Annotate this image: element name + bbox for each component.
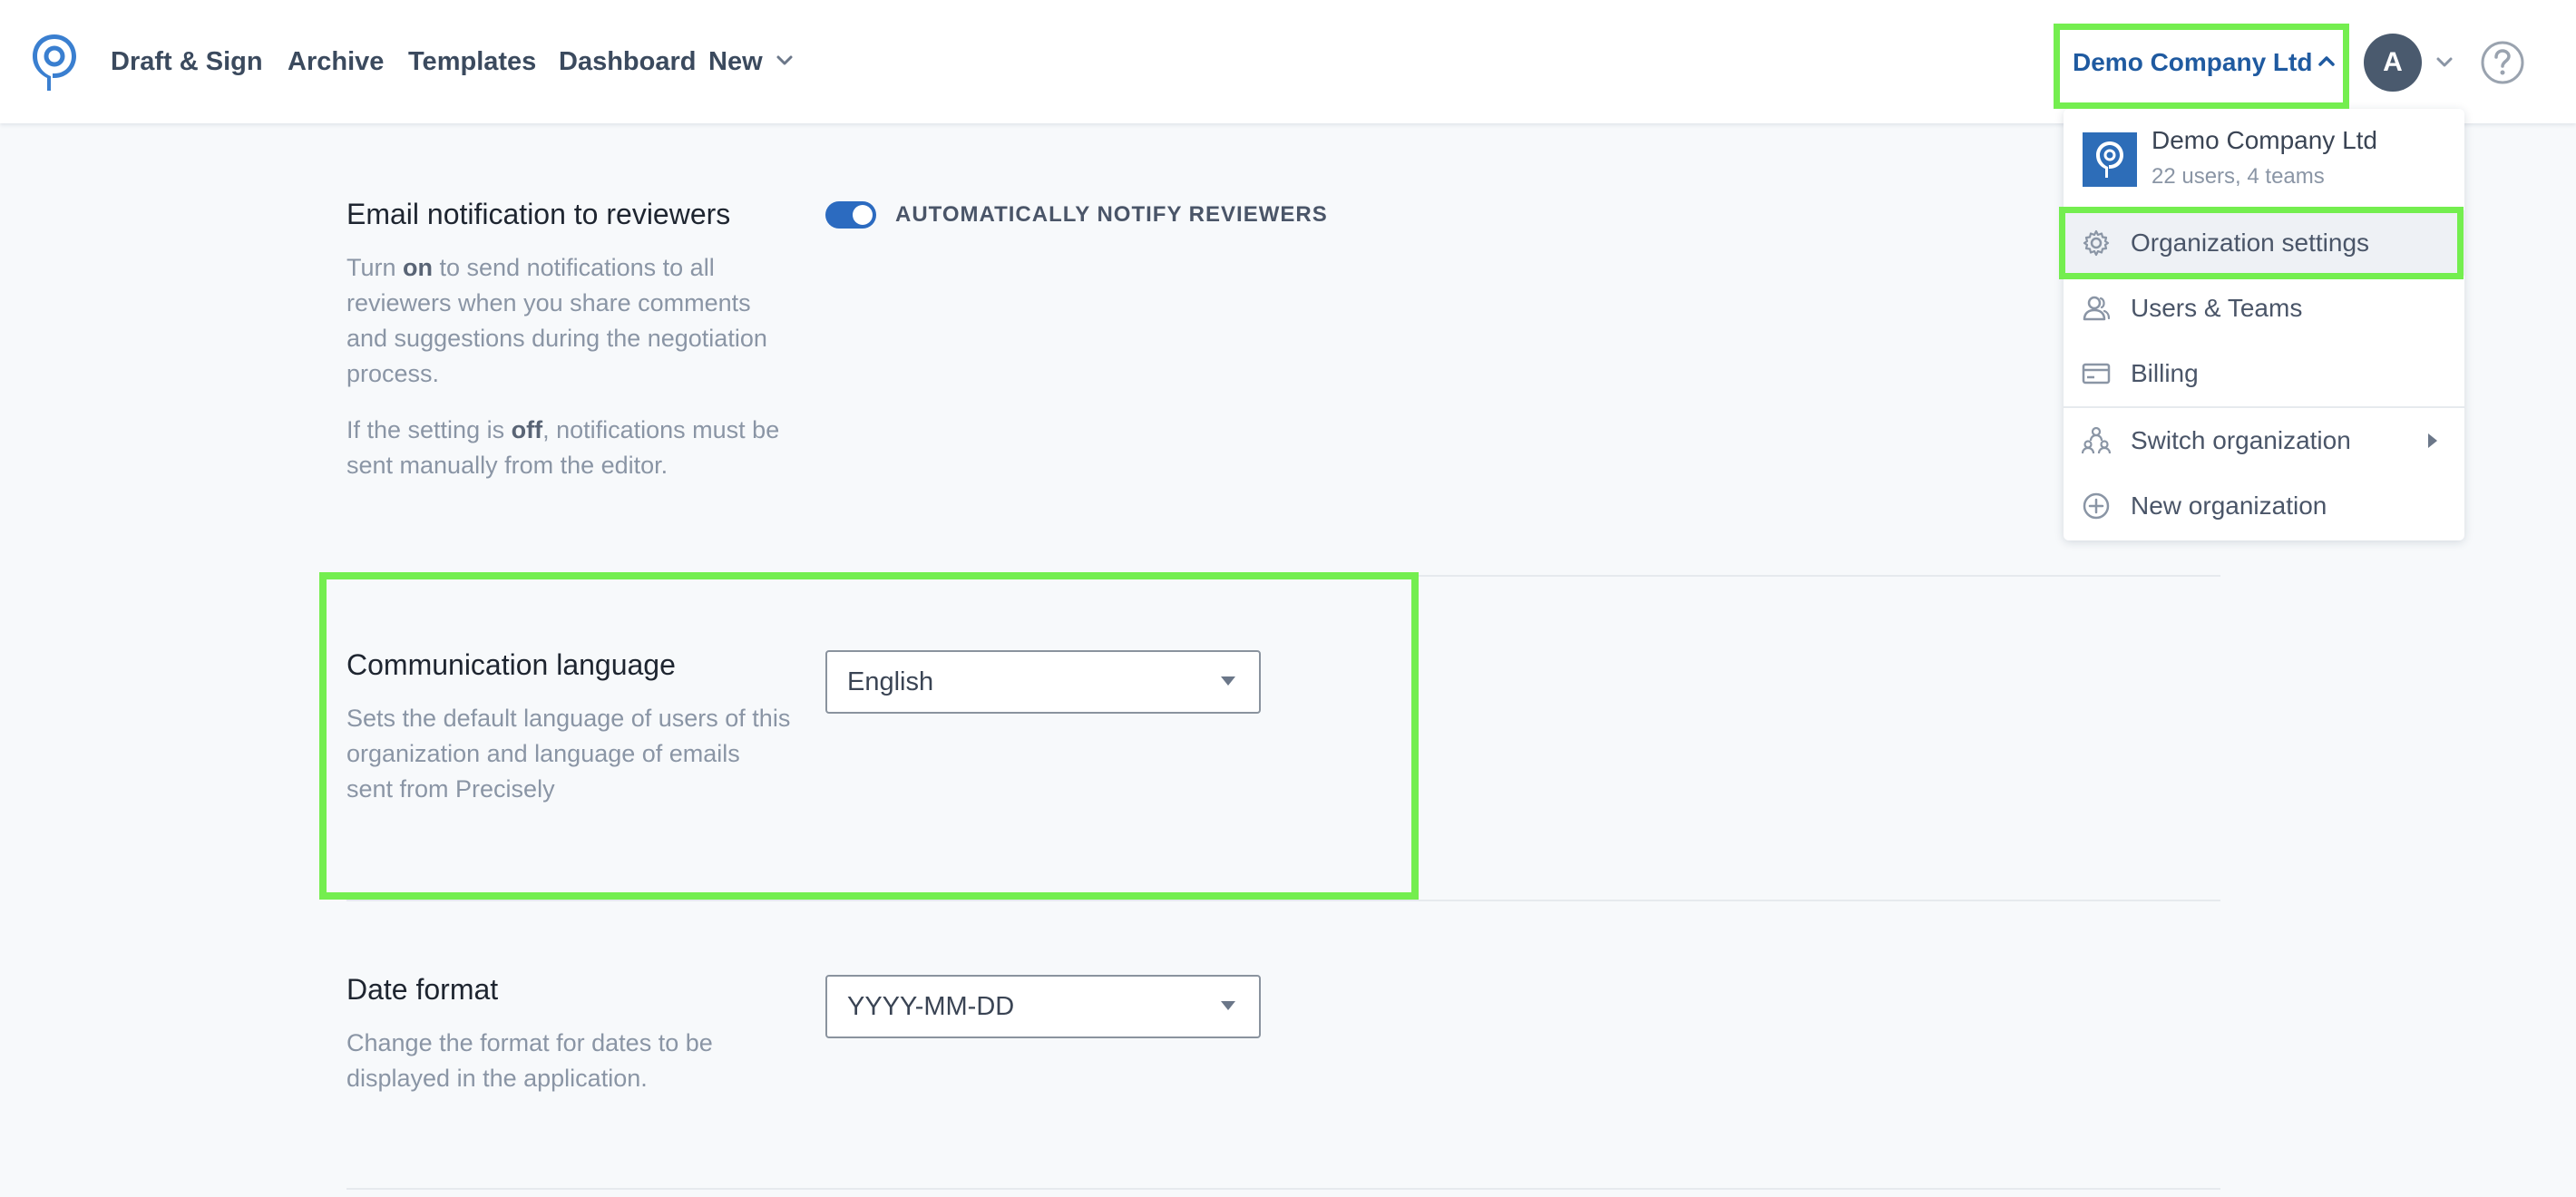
notify-reviewers-toggle[interactable] (825, 201, 876, 229)
date-format-description: Change the format for dates to be displa… (346, 1029, 713, 1092)
nav-new[interactable]: New (708, 44, 763, 80)
nav-archive[interactable]: Archive (288, 44, 384, 80)
email-notification-title: Email notification to reviewers (346, 198, 731, 230)
menu-org-meta: 22 users, 4 teams (2152, 164, 2325, 189)
chevron-down-icon[interactable] (773, 49, 796, 73)
email-notification-off-note: If the setting is off, notifications mus… (346, 416, 780, 479)
caret-down-icon (1221, 1001, 1235, 1010)
org-logo-icon (2083, 132, 2137, 187)
menu-item-label: Switch organization (2131, 426, 2351, 454)
precisely-logo-icon[interactable] (27, 31, 82, 94)
section-divider (346, 900, 2220, 901)
section-divider (346, 1188, 2220, 1190)
toggle-knob (853, 205, 873, 225)
user-avatar[interactable]: A (2364, 34, 2422, 92)
menu-org-name: Demo Company Ltd (2152, 126, 2378, 154)
language-section-highlight (319, 572, 1419, 900)
organization-settings-highlight (2059, 207, 2464, 279)
notify-reviewers-label: AUTOMATICALLY NOTIFY REVIEWERS (895, 202, 1328, 227)
chevron-down-icon[interactable] (2433, 51, 2456, 74)
nav-draft-sign[interactable]: Draft & Sign (111, 44, 263, 80)
nav-dashboard[interactable]: Dashboard (559, 44, 696, 80)
help-icon[interactable] (2480, 40, 2525, 85)
menu-item-billing[interactable]: Billing (2064, 341, 2464, 406)
date-format-select-value: YYYY-MM-DD (847, 992, 1015, 1021)
plus-circle-icon (2083, 492, 2110, 520)
caret-right-icon (2428, 433, 2437, 448)
menu-item-label: Users & Teams (2131, 294, 2303, 322)
org-switcher-highlight (2054, 24, 2349, 109)
credit-card-icon (2082, 363, 2111, 384)
nav-templates[interactable]: Templates (408, 44, 536, 80)
menu-item-switch-organization[interactable]: Switch organization (2064, 408, 2464, 473)
date-format-title: Date format (346, 973, 499, 1006)
email-notification-description: Turn on to send notifications to all rev… (346, 254, 767, 387)
menu-item-label: Billing (2131, 359, 2199, 387)
menu-item-users-teams[interactable]: Users & Teams (2064, 276, 2464, 341)
switch-org-icon (2082, 426, 2111, 454)
users-icon (2083, 296, 2111, 321)
menu-item-new-organization[interactable]: New organization (2064, 473, 2464, 539)
menu-item-label: New organization (2131, 491, 2327, 520)
date-format-select[interactable]: YYYY-MM-DD (825, 975, 1261, 1038)
